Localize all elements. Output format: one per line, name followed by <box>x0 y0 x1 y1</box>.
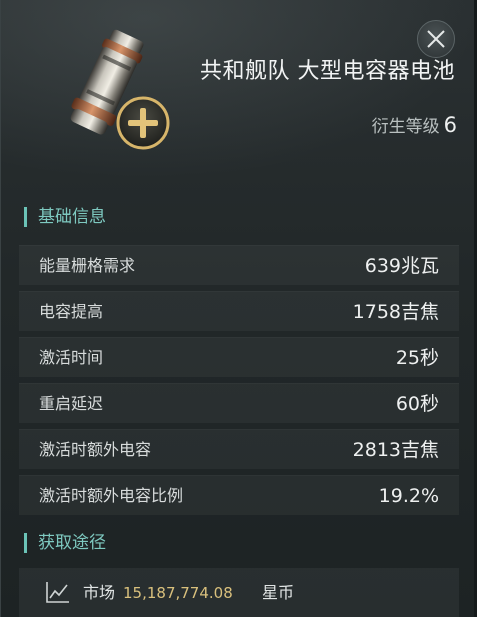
plus-badge-icon <box>115 95 171 151</box>
attribute-value: 639兆瓦 <box>364 255 439 277</box>
item-info-panel: 共和舰队 大型电容器电池 衍生等级 6 基础信息 能量栅格需求 639兆瓦 电容提… <box>0 0 477 617</box>
attribute-value: 2813吉焦 <box>352 439 439 461</box>
close-icon <box>427 30 445 48</box>
attribute-row: 激活时额外电容比例 19.2% <box>19 475 459 515</box>
attribute-value: 25秒 <box>395 347 439 369</box>
item-title: 共和舰队 大型电容器电池 <box>200 59 455 84</box>
attribute-value: 60秒 <box>395 393 439 415</box>
tech-level: 衍生等级 6 <box>372 112 457 137</box>
market-row[interactable]: 市场 15,187,774.08 星币 <box>19 568 459 617</box>
tech-level-label: 衍生等级 <box>371 117 440 137</box>
attribute-row: 激活时额外电容 2813吉焦 <box>19 429 459 469</box>
section-title-acquire: 获取途径 <box>24 532 106 554</box>
attribute-row: 重启延迟 60秒 <box>19 383 459 423</box>
attribute-value: 19.2% <box>378 485 439 507</box>
close-button[interactable] <box>417 20 455 58</box>
attribute-label: 能量栅格需求 <box>39 256 136 275</box>
capacitor-battery-icon <box>49 20 179 160</box>
market-price: 15,187,774.08 <box>123 584 233 602</box>
section-title-attributes: 基础信息 <box>24 206 106 228</box>
attribute-label: 重启延迟 <box>39 394 104 413</box>
chart-line-icon <box>45 580 71 608</box>
tech-level-value: 6 <box>443 113 457 137</box>
attribute-label: 激活时间 <box>39 348 104 367</box>
attribute-row: 电容提高 1758吉焦 <box>19 291 459 331</box>
attribute-label: 电容提高 <box>39 302 104 321</box>
attribute-label: 激活时额外电容比例 <box>39 486 184 505</box>
attribute-row: 激活时间 25秒 <box>19 337 459 377</box>
attribute-value: 1758吉焦 <box>352 301 439 323</box>
market-currency: 星币 <box>262 583 295 602</box>
attribute-row: 能量栅格需求 639兆瓦 <box>19 245 459 285</box>
attribute-label: 激活时额外电容 <box>39 440 152 459</box>
market-label: 市场 <box>83 583 116 602</box>
